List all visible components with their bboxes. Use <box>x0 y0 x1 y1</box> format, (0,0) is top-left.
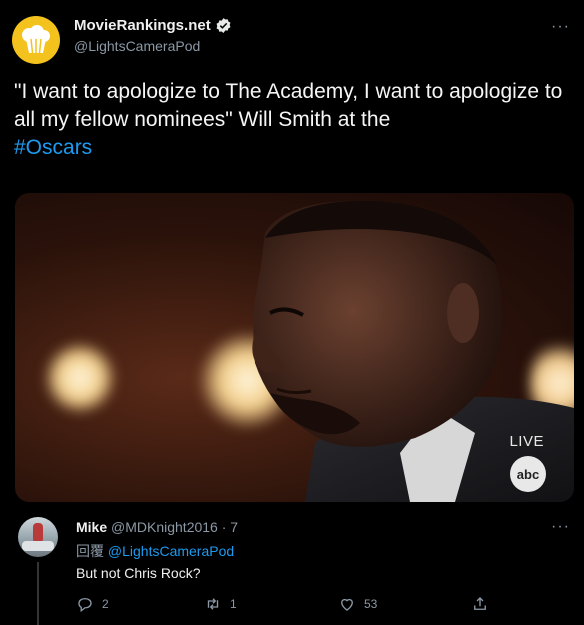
replying-to: 回覆 @LightsCameraPod <box>76 541 234 561</box>
live-label: LIVE <box>509 433 544 450</box>
author-name-row: MovieRankings.net <box>74 17 232 34</box>
reply-mention-link[interactable]: @LightsCameraPod <box>108 543 234 559</box>
hashtag-link[interactable]: #Oscars <box>14 136 92 159</box>
tweet-body: "I want to apologize to The Academy, I w… <box>14 80 563 131</box>
author-avatar[interactable] <box>12 16 60 64</box>
like-action[interactable]: 53 <box>338 595 377 613</box>
reply-header: Mike @MDKnight2016 · 7 <box>76 519 238 535</box>
comment-icon <box>78 598 92 613</box>
reply-count: 2 <box>102 597 109 611</box>
replying-to-label: 回覆 <box>76 543 104 559</box>
reply-author-handle[interactable]: @MDKnight2016 · 7 <box>111 519 238 535</box>
tweet-text: "I want to apologize to The Academy, I w… <box>14 78 574 162</box>
ellipsis-icon[interactable]: ··· <box>551 518 570 536</box>
verified-badge-icon <box>216 18 231 33</box>
avatar-figure <box>33 523 43 543</box>
retweet-action[interactable]: 1 <box>204 595 237 613</box>
retweet-count: 1 <box>230 597 237 611</box>
reply-text: But not Chris Rock? <box>76 565 201 581</box>
thread-line <box>37 562 39 625</box>
like-count: 53 <box>364 597 378 611</box>
share-icon <box>474 597 486 610</box>
author-handle[interactable]: @LightsCameraPod <box>74 38 200 54</box>
ellipsis-icon[interactable]: ··· <box>551 18 570 36</box>
reply-avatar[interactable] <box>18 517 58 557</box>
reply-actions: 2 1 53 <box>76 595 496 617</box>
heart-icon <box>341 598 353 611</box>
person-photo <box>252 200 574 502</box>
avatar-car <box>22 541 54 551</box>
popcorn-icon <box>22 25 50 54</box>
tweet-video[interactable]: LIVE abc <box>15 193 574 502</box>
abc-logo: abc <box>510 456 546 492</box>
share-action[interactable] <box>471 595 489 613</box>
author-name[interactable]: MovieRankings.net <box>74 17 211 34</box>
tweet-post: MovieRankings.net @LightsCameraPod ··· "… <box>0 0 584 625</box>
reply-author-name[interactable]: Mike <box>76 519 107 535</box>
reply-action[interactable]: 2 <box>76 595 109 613</box>
retweet-icon <box>207 598 219 610</box>
